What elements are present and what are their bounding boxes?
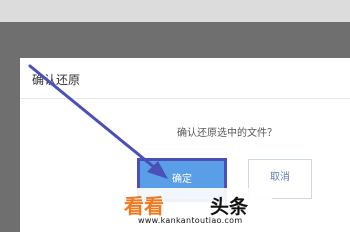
watermark-brand-black: 头条 [210,196,249,218]
watermark: 看看 头条 www.kankantoutiao.com [112,188,272,228]
watermark-brand-orange: 看看 [124,194,164,218]
watermark-url: www.kankantoutiao.com [138,216,243,225]
bottom-bar [0,232,350,244]
